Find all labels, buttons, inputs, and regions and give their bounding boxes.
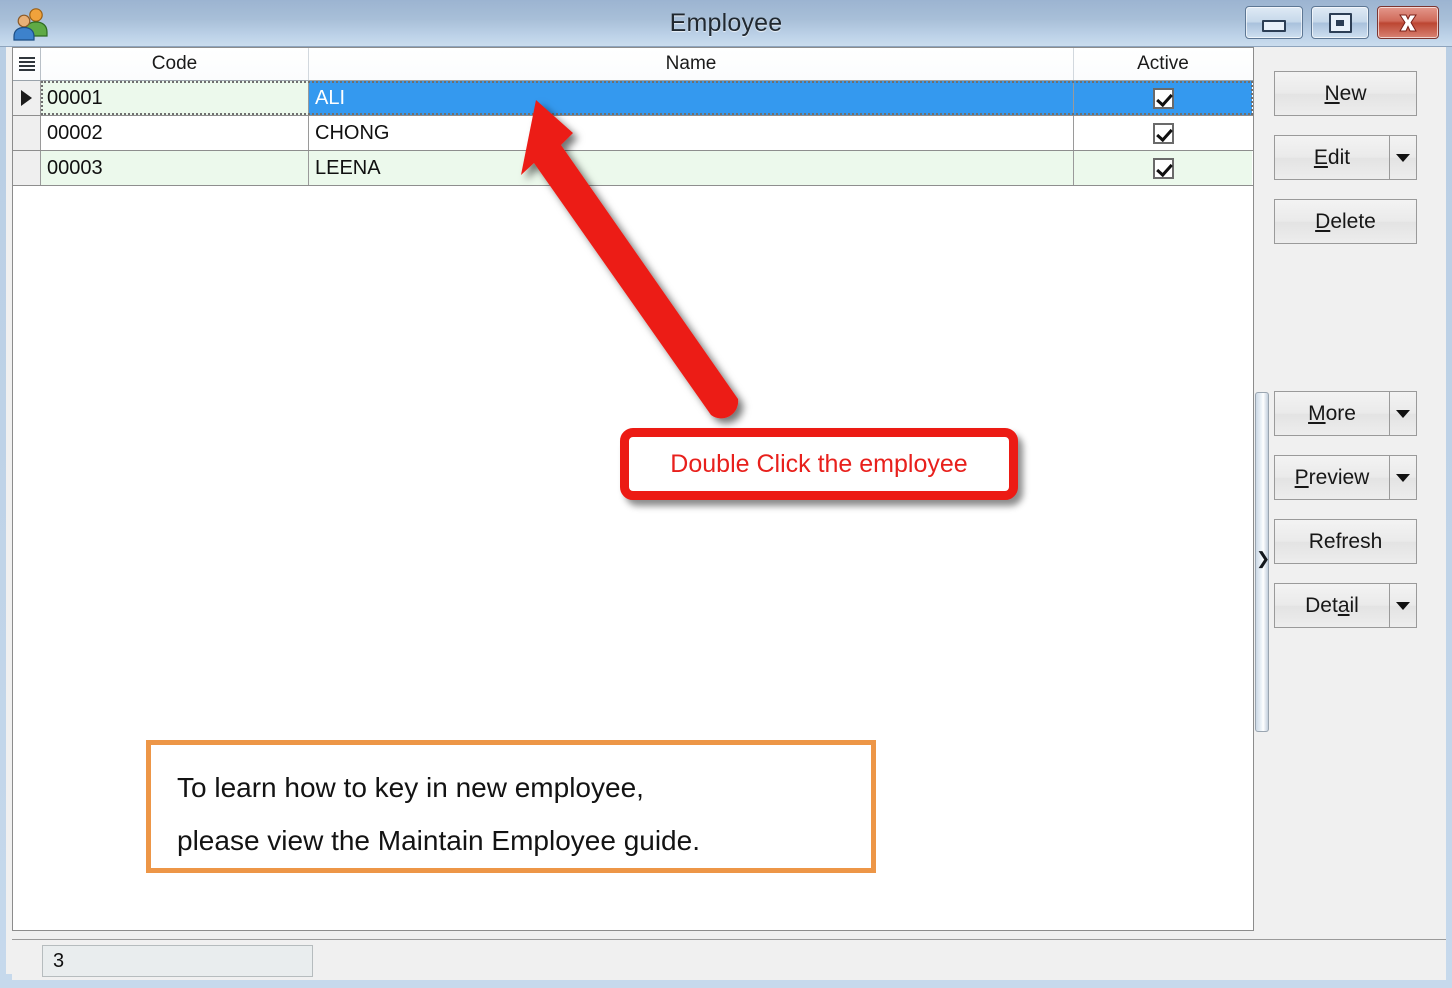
table-row[interactable]: 00001 ALI	[13, 81, 1253, 116]
table-row[interactable]: 00003 LEENA	[13, 151, 1253, 186]
cell-code[interactable]: 00001	[41, 81, 309, 115]
more-dropdown-button[interactable]	[1389, 391, 1417, 436]
maximize-button[interactable]	[1311, 6, 1369, 39]
row-indicator[interactable]	[13, 116, 41, 150]
column-header-name[interactable]: Name	[309, 48, 1074, 80]
more-button-accel: M	[1308, 401, 1326, 425]
edit-button-accel: E	[1313, 145, 1328, 169]
detail-button-label-post: il	[1349, 593, 1359, 617]
active-checkbox[interactable]	[1152, 87, 1174, 109]
cell-active[interactable]	[1074, 116, 1252, 150]
preview-button-face[interactable]: Preview	[1274, 455, 1389, 500]
edit-button-label: dit	[1327, 145, 1351, 169]
cell-active[interactable]	[1074, 151, 1252, 185]
more-button-face[interactable]: More	[1274, 391, 1389, 436]
column-header-code[interactable]: Code	[41, 48, 309, 80]
active-checkbox[interactable]	[1152, 122, 1174, 144]
cell-name[interactable]: ALI	[309, 81, 1074, 115]
refresh-button[interactable]: Refresh	[1274, 519, 1417, 564]
chevron-down-icon	[1396, 473, 1410, 482]
more-button[interactable]: More	[1274, 391, 1417, 436]
minimize-icon	[1262, 20, 1286, 32]
cell-name[interactable]: CHONG	[309, 116, 1074, 150]
edit-button[interactable]: Edit	[1274, 135, 1417, 180]
row-current-indicator[interactable]	[13, 81, 41, 115]
new-button-label: ew	[1339, 81, 1367, 105]
chevron-down-icon	[1396, 601, 1410, 610]
chevron-down-icon	[1396, 409, 1410, 418]
preview-button-label: review	[1308, 465, 1370, 489]
cell-code[interactable]: 00002	[41, 116, 309, 150]
title-bar: Employee	[0, 0, 1452, 47]
close-button[interactable]	[1377, 6, 1439, 39]
guide-note-callout: To learn how to key in new employee, ple…	[146, 740, 876, 873]
preview-button-accel: P	[1294, 465, 1309, 489]
close-icon	[1399, 14, 1417, 31]
double-click-callout: Double Click the employee	[620, 428, 1018, 500]
refresh-button-label: Refresh	[1308, 529, 1383, 553]
guide-note-line-2: please view the Maintain Employee guide.	[177, 825, 700, 856]
employee-window: Employee Code Name Active 00001 ALI 0000…	[0, 0, 1452, 988]
current-row-arrow-icon	[21, 90, 32, 106]
detail-button-label-pre: Det	[1305, 593, 1338, 617]
detail-dropdown-button[interactable]	[1389, 583, 1417, 628]
minimize-button[interactable]	[1245, 6, 1303, 39]
detail-button-face[interactable]: Detail	[1274, 583, 1389, 628]
active-checkbox[interactable]	[1152, 157, 1174, 179]
row-indicator[interactable]	[13, 151, 41, 185]
delete-button-face[interactable]: Delete	[1274, 199, 1417, 244]
page-title: Employee	[669, 9, 783, 37]
preview-dropdown-button[interactable]	[1389, 455, 1417, 500]
table-row[interactable]: 00002 CHONG	[13, 116, 1253, 151]
cell-active[interactable]	[1074, 81, 1252, 115]
column-header-active[interactable]: Active	[1074, 48, 1252, 80]
record-count-panel: 3	[42, 945, 313, 977]
double-click-callout-text: Double Click the employee	[670, 449, 968, 478]
refresh-button-face[interactable]: Refresh	[1274, 519, 1417, 564]
guide-note-line-1: To learn how to key in new employee,	[177, 772, 644, 803]
list-icon	[18, 56, 35, 72]
delete-button-label: elete	[1330, 209, 1376, 233]
cell-code[interactable]: 00003	[41, 151, 309, 185]
edit-dropdown-button[interactable]	[1389, 135, 1417, 180]
delete-button[interactable]: Delete	[1274, 199, 1417, 244]
cell-name[interactable]: LEENA	[309, 151, 1074, 185]
detail-button-accel: a	[1337, 593, 1350, 617]
status-bar: 3	[12, 939, 1446, 980]
edit-button-face[interactable]: Edit	[1274, 135, 1389, 180]
grid-header-row: Code Name Active	[13, 48, 1253, 81]
new-button-face[interactable]: New	[1274, 71, 1417, 116]
grid-indicator-header[interactable]	[13, 48, 41, 80]
restore-icon	[1328, 12, 1352, 33]
more-button-label: ore	[1325, 401, 1356, 425]
new-button-accel: N	[1324, 81, 1340, 105]
chevron-down-icon	[1396, 153, 1410, 162]
detail-button[interactable]: Detail	[1274, 583, 1417, 628]
new-button[interactable]: New	[1274, 71, 1417, 116]
chevron-right-icon[interactable]: ❯	[1256, 550, 1270, 567]
preview-button[interactable]: Preview	[1274, 455, 1417, 500]
delete-button-accel: D	[1315, 209, 1331, 233]
